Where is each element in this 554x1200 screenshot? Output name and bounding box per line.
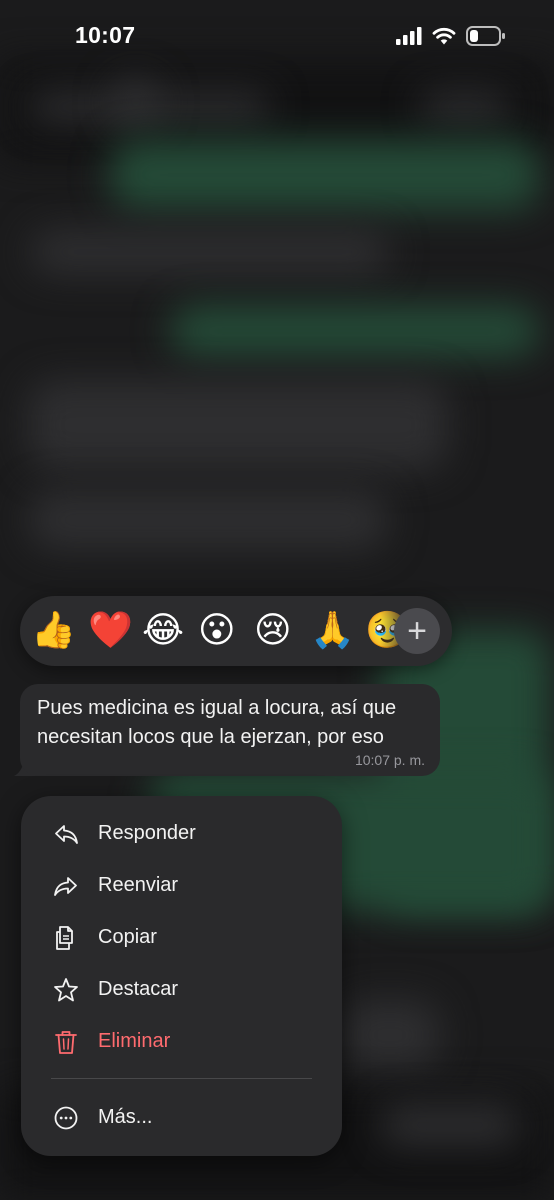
status-bar: 10:07 — [0, 0, 554, 76]
message-context-menu: Responder Reenviar Copiar Destacar Elimi… — [21, 796, 342, 1156]
menu-item-copy[interactable]: Copiar — [21, 913, 342, 961]
menu-item-star[interactable]: Destacar — [21, 965, 342, 1013]
reaction-pray[interactable]: 🙏 — [310, 608, 355, 652]
message-line: Pues medicina es igual a locura, así que — [37, 697, 397, 719]
menu-item-label: Copiar — [98, 926, 157, 948]
menu-divider — [51, 1078, 312, 1079]
menu-item-more[interactable]: Más... — [21, 1093, 342, 1141]
menu-item-label: Más... — [98, 1106, 153, 1128]
menu-item-forward[interactable]: Reenviar — [21, 861, 342, 909]
reaction-laughing[interactable]: 😂 — [142, 608, 184, 652]
forward-icon — [54, 877, 77, 896]
star-icon — [54, 978, 78, 1002]
menu-item-label: Eliminar — [98, 1030, 171, 1052]
menu-item-reply[interactable]: Responder — [21, 809, 342, 857]
battery-icon — [466, 26, 505, 46]
reaction-surprised[interactable]: 😮 — [198, 608, 236, 652]
message-line: necesitan locos que la ejerzan, por eso — [37, 726, 384, 748]
menu-item-label: Reenviar — [98, 874, 179, 896]
menu-item-label: Destacar — [98, 978, 179, 1000]
copy-icon — [56, 926, 73, 950]
menu-item-delete[interactable]: Eliminar — [21, 1017, 342, 1065]
wifi-icon — [432, 27, 456, 45]
reaction-thumbs-up[interactable]: 👍 — [31, 608, 76, 652]
more-icon — [54, 1106, 78, 1130]
status-time: 10:07 — [75, 22, 136, 48]
menu-item-label: Responder — [98, 822, 196, 844]
cellular-signal-icon — [396, 27, 422, 45]
message-timestamp: 10:07 p. m. — [354, 752, 425, 768]
message-text: Pues medicina es igual a locura, así que… — [37, 694, 437, 752]
trash-icon — [55, 1031, 77, 1054]
message-bubble[interactable]: Pues medicina es igual a locura, así que… — [20, 684, 440, 776]
more-reactions-button[interactable]: + — [394, 608, 440, 654]
reaction-heart[interactable]: ❤️ — [88, 608, 133, 652]
reply-icon — [55, 825, 78, 844]
reaction-crying[interactable]: 😢 — [254, 608, 292, 652]
reaction-bar: 👍 ❤️ 😂 😮 😢 🙏 🥹 + — [20, 596, 452, 666]
